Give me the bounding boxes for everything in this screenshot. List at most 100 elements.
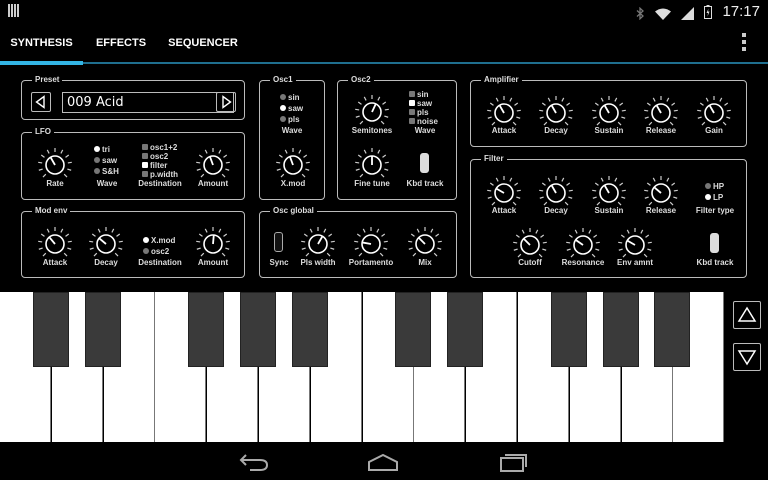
knob-dial-icon bbox=[276, 148, 310, 178]
black-key[interactable] bbox=[291, 292, 328, 367]
octave-up-button[interactable] bbox=[733, 301, 761, 329]
osc1-xmod-knob[interactable] bbox=[275, 147, 311, 183]
filter-kbd-track-label: Kbd track bbox=[696, 258, 734, 267]
osc2-fine-tune-knob[interactable] bbox=[354, 147, 390, 183]
osc1-xmod-label: X.mod bbox=[280, 179, 306, 188]
navigation-bar bbox=[0, 442, 768, 480]
osc2-wave-label: Wave bbox=[414, 126, 436, 135]
black-key[interactable] bbox=[395, 292, 432, 367]
black-key[interactable] bbox=[602, 292, 639, 367]
black-key[interactable] bbox=[240, 292, 276, 367]
osc1-wave-saw-option[interactable]: saw bbox=[280, 104, 303, 114]
octave-up-icon bbox=[737, 306, 757, 322]
filter-type-label: Filter type bbox=[695, 206, 735, 215]
knob-dial-icon bbox=[354, 227, 388, 257]
mod-env-dest-osc2-option[interactable]: osc2 bbox=[143, 247, 169, 257]
mod-env-panel: Mod env Attack Decay X.mod osc2 Destinat… bbox=[21, 205, 245, 278]
filter-cutoff-label: Cutoff bbox=[518, 258, 542, 267]
knob-dial-icon bbox=[355, 95, 389, 125]
preset-panel: Preset 009 Acid bbox=[21, 74, 245, 120]
filter-decay-label: Decay bbox=[544, 206, 568, 215]
lfo-wave-saw-option[interactable]: saw bbox=[94, 156, 117, 166]
black-key[interactable] bbox=[654, 292, 691, 367]
knob-dial-icon bbox=[196, 227, 230, 257]
pls-width-knob[interactable] bbox=[300, 226, 336, 262]
triangle-left-icon bbox=[35, 95, 45, 109]
osc2-semitones-knob[interactable] bbox=[354, 94, 390, 130]
preset-name-field[interactable]: 009 Acid bbox=[62, 92, 234, 113]
sync-toggle[interactable] bbox=[274, 232, 283, 252]
mod-env-amount-knob[interactable] bbox=[195, 226, 231, 262]
tab-bar: SYNTHESIS EFFECTS SEQUENCER bbox=[0, 22, 768, 65]
tab-sequencer[interactable]: SEQUENCER bbox=[159, 22, 247, 64]
overflow-menu-icon[interactable] bbox=[742, 33, 746, 51]
tab-effects[interactable]: EFFECTS bbox=[83, 22, 159, 64]
tab-synthesis[interactable]: SYNTHESIS bbox=[0, 22, 83, 64]
osc2-kbd-track-toggle[interactable] bbox=[420, 153, 429, 173]
filter-title: Filter bbox=[481, 153, 507, 165]
knob-dial-icon bbox=[408, 227, 442, 257]
osc2-fine-tune-label: Fine tune bbox=[354, 179, 390, 188]
black-key[interactable] bbox=[84, 292, 121, 367]
black-key[interactable] bbox=[32, 292, 69, 367]
osc2-kbd-track-label: Kbd track bbox=[406, 179, 444, 188]
preset-prev-button[interactable] bbox=[31, 92, 51, 112]
portamento-label: Portamento bbox=[348, 258, 394, 267]
black-key[interactable] bbox=[447, 292, 484, 367]
lfo-panel: LFO Rate tri saw S&H Wave osc1+2 osc2 fi… bbox=[21, 126, 245, 200]
amp-attack-label: Attack bbox=[491, 126, 517, 135]
osc1-panel: Osc1 sin saw pls Wave X.mod bbox=[259, 74, 325, 200]
osc1-title: Osc1 bbox=[270, 74, 296, 86]
filter-sustain-label: Sustain bbox=[594, 206, 624, 215]
filter-kbd-track-toggle[interactable] bbox=[710, 233, 719, 253]
filter-panel: Filter Attack Decay Sustain Release HP L… bbox=[470, 153, 747, 278]
lfo-wave-sh-option[interactable]: S&H bbox=[94, 167, 119, 177]
recents-icon[interactable] bbox=[498, 452, 528, 476]
octave-down-icon bbox=[737, 350, 757, 366]
amp-sustain-label: Sustain bbox=[594, 126, 624, 135]
filter-env-amnt-label: Env amnt bbox=[616, 258, 653, 267]
mix-knob[interactable] bbox=[407, 226, 443, 262]
osc2-panel: Osc2 Semitones sin saw pls noise Wave Fi… bbox=[337, 74, 457, 200]
home-icon[interactable] bbox=[366, 452, 400, 476]
portamento-knob[interactable] bbox=[353, 226, 389, 262]
piano-keyboard[interactable] bbox=[0, 292, 726, 442]
osc1-wave-pls-option[interactable]: pls bbox=[280, 115, 300, 125]
status-bar: 17:17 bbox=[0, 0, 768, 22]
osc-global-title: Osc global bbox=[270, 205, 317, 217]
mod-env-decay-knob[interactable] bbox=[88, 226, 124, 262]
knob-dial-icon bbox=[38, 148, 72, 178]
mod-env-attack-knob[interactable] bbox=[37, 226, 73, 262]
osc2-semitones-label: Semitones bbox=[351, 126, 393, 135]
knob-dial-icon bbox=[89, 227, 123, 257]
lfo-rate-label: Rate bbox=[46, 179, 64, 188]
mod-env-attack-label: Attack bbox=[42, 258, 68, 267]
lfo-destination-label: Destination bbox=[138, 179, 182, 188]
octave-down-button[interactable] bbox=[733, 343, 761, 371]
sync-label: Sync bbox=[269, 258, 289, 267]
battery-icon bbox=[704, 4, 713, 19]
tab-divider bbox=[0, 62, 768, 64]
filter-attack-label: Attack bbox=[491, 206, 517, 215]
filter-type-lp-option[interactable]: LP bbox=[705, 193, 723, 203]
mod-env-amount-label: Amount bbox=[197, 258, 229, 267]
filter-resonance-label: Resonance bbox=[561, 258, 605, 267]
mod-env-title: Mod env bbox=[32, 205, 71, 217]
osc1-wave-sin-option[interactable]: sin bbox=[280, 93, 300, 103]
lfo-rate-knob[interactable] bbox=[37, 147, 73, 183]
lfo-title: LFO bbox=[32, 126, 54, 138]
black-key[interactable] bbox=[188, 292, 225, 367]
amp-release-label: Release bbox=[645, 126, 677, 135]
lfo-amount-knob[interactable] bbox=[195, 147, 231, 183]
mod-env-dest-xmod-option[interactable]: X.mod bbox=[143, 236, 175, 246]
back-icon[interactable] bbox=[238, 452, 270, 476]
black-key[interactable] bbox=[550, 292, 587, 367]
preset-next-button[interactable] bbox=[216, 92, 236, 112]
amp-decay-label: Decay bbox=[544, 126, 568, 135]
amplifier-title: Amplifier bbox=[481, 74, 522, 86]
lfo-wave-label: Wave bbox=[96, 179, 118, 188]
signal-icon bbox=[681, 5, 695, 20]
filter-type-hp-option[interactable]: HP bbox=[705, 182, 724, 192]
lfo-wave-tri-option[interactable]: tri bbox=[94, 145, 110, 155]
active-tab-indicator bbox=[0, 61, 83, 65]
